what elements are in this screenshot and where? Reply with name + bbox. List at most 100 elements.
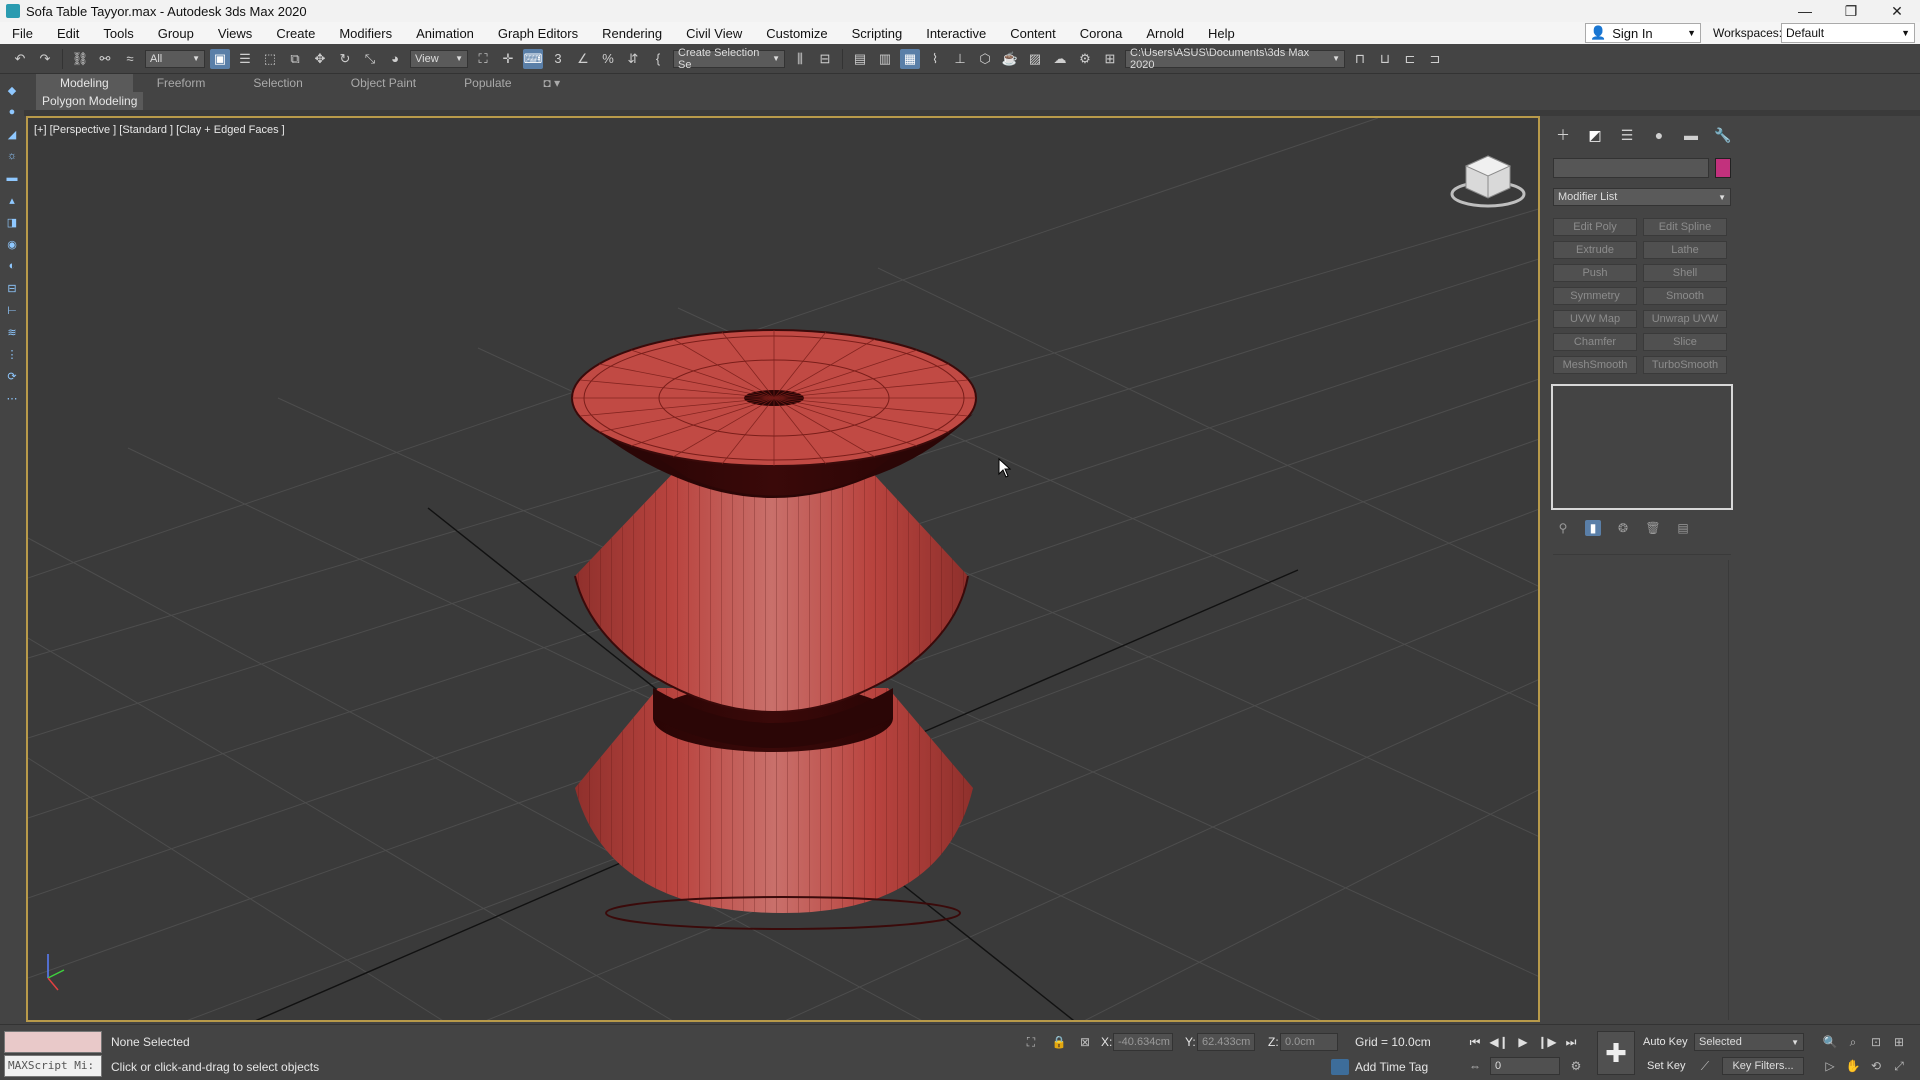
toggle-ribbon-icon[interactable]: ▦: [900, 48, 920, 69]
auto-key-button[interactable]: Auto Key: [1643, 1036, 1688, 1048]
scene-explorer-icon[interactable]: ▤: [850, 49, 870, 69]
modify-tab-icon[interactable]: ◩: [1585, 126, 1605, 144]
maximize-viewport-icon[interactable]: ⤢: [1891, 1058, 1907, 1074]
camera-icon[interactable]: ▬: [5, 172, 19, 188]
smooth-button[interactable]: Smooth: [1643, 287, 1727, 305]
next-frame-icon[interactable]: ❙▶: [1537, 1033, 1556, 1051]
helper-icon[interactable]: ▴: [5, 194, 19, 210]
isolate-selection-icon[interactable]: ⛶: [1023, 1034, 1039, 1050]
modifier-stack[interactable]: [1551, 384, 1733, 510]
play-icon[interactable]: ▶: [1514, 1033, 1532, 1051]
project-open-icon[interactable]: ⊓: [1350, 49, 1370, 69]
scale-icon[interactable]: ⤡: [360, 49, 380, 69]
menu-tools[interactable]: Tools: [91, 26, 145, 41]
align-view-icon[interactable]: ⊟: [5, 282, 19, 298]
object-color-swatch[interactable]: [1715, 158, 1731, 178]
menu-views[interactable]: Views: [206, 26, 264, 41]
ribbon-panel-polygon-modeling[interactable]: Polygon Modeling: [36, 92, 144, 110]
show-end-result-icon[interactable]: ▮: [1585, 520, 1601, 536]
undo-icon[interactable]: ↶: [10, 49, 30, 69]
key-set-dropdown[interactable]: Selected ▼: [1694, 1033, 1804, 1051]
go-to-start-icon[interactable]: ⏮: [1466, 1033, 1484, 1051]
percent-snap-icon[interactable]: %: [598, 49, 618, 69]
slice-button[interactable]: Slice: [1643, 333, 1727, 351]
push-button[interactable]: Push: [1553, 264, 1637, 282]
unwrap-uvw-button[interactable]: Unwrap UVW: [1643, 310, 1727, 328]
layer-explorer-icon[interactable]: ▥: [875, 49, 895, 69]
maxscript-mini-listener[interactable]: MAXScript Mi:: [4, 1055, 102, 1077]
spacewarp-icon[interactable]: ◨: [5, 216, 19, 232]
pivot-icon[interactable]: ⛶: [473, 49, 493, 69]
sphere-icon[interactable]: ●: [5, 106, 19, 122]
orbit-view-icon[interactable]: ⟲: [1868, 1058, 1884, 1074]
curve-editor-icon[interactable]: ⌇: [925, 49, 945, 69]
system-icon[interactable]: ◉: [5, 238, 19, 254]
pin-stack-icon[interactable]: ⚲: [1555, 520, 1571, 536]
lock-selection-icon[interactable]: 🔒: [1051, 1034, 1067, 1050]
measure-icon[interactable]: ⊢: [5, 304, 19, 320]
menu-animation[interactable]: Animation: [404, 26, 486, 41]
select-object-icon[interactable]: ▣: [210, 48, 230, 69]
zoom-icon[interactable]: 🔍: [1822, 1034, 1838, 1050]
create-icon[interactable]: ◆: [5, 84, 19, 100]
menu-file[interactable]: File: [0, 26, 45, 41]
project-folder-dropdown[interactable]: C:\Users\ASUS\Documents\3ds Max 2020 ▼: [1125, 47, 1345, 71]
sofa-table-object[interactable]: [571, 329, 977, 930]
window-crossing-icon[interactable]: ⧉: [285, 49, 305, 69]
make-unique-icon[interactable]: ❂: [1615, 520, 1631, 536]
maxscript-listener-output[interactable]: [4, 1031, 102, 1053]
lathe-button[interactable]: Lathe: [1643, 241, 1727, 259]
x-coord-field[interactable]: -40.634cm: [1113, 1033, 1173, 1051]
absolute-mode-icon[interactable]: ⊠: [1077, 1034, 1093, 1050]
zoom-extents-all-icon[interactable]: ⊞: [1891, 1034, 1907, 1050]
place-icon[interactable]: ◕: [385, 49, 405, 69]
close-button[interactable]: ✕: [1874, 0, 1920, 22]
named-selection-dropdown[interactable]: Create Selection Se ▼: [673, 47, 785, 71]
edit-named-selection-icon[interactable]: {: [648, 49, 668, 69]
tab-object-paint[interactable]: Object Paint: [327, 74, 440, 92]
set-keys-icon[interactable]: ✚: [1597, 1031, 1635, 1075]
rotate-icon[interactable]: ↻: [335, 49, 355, 69]
walk-icon[interactable]: ≋: [5, 326, 19, 342]
set-key-button[interactable]: Set Key: [1647, 1060, 1686, 1072]
tab-selection[interactable]: Selection: [229, 74, 326, 92]
spinner-snap-icon[interactable]: ⇵: [623, 49, 643, 69]
display-tab-icon[interactable]: ▬: [1681, 126, 1701, 144]
render-production-icon[interactable]: ☁: [1050, 49, 1070, 69]
z-coord-field[interactable]: 0.0cm: [1280, 1033, 1338, 1051]
menu-help[interactable]: Help: [1196, 26, 1247, 41]
menu-corona[interactable]: Corona: [1068, 26, 1135, 41]
motion-tab-icon[interactable]: ●: [1649, 126, 1669, 144]
shell-button[interactable]: Shell: [1643, 264, 1727, 282]
selection-filter-dropdown[interactable]: All ▼: [145, 49, 205, 68]
meshsmooth-button[interactable]: MeshSmooth: [1553, 356, 1637, 374]
key-tangents-icon[interactable]: ⟋: [1697, 1058, 1713, 1074]
keyboard-shortcut-override-icon[interactable]: ⌨: [523, 48, 543, 69]
sign-in-dropdown[interactable]: 👤 Sign In ▼: [1585, 23, 1701, 43]
current-frame-field[interactable]: 0: [1490, 1057, 1560, 1075]
menu-graph-editors[interactable]: Graph Editors: [486, 26, 590, 41]
uvw-map-button[interactable]: UVW Map: [1553, 310, 1637, 328]
chamfer-button[interactable]: Chamfer: [1553, 333, 1637, 351]
extrude-button[interactable]: Extrude: [1553, 241, 1637, 259]
hierarchy-tab-icon[interactable]: ☰: [1617, 126, 1637, 144]
zoom-extents-icon[interactable]: ⊡: [1868, 1034, 1884, 1050]
field-of-view-icon[interactable]: ▷: [1822, 1058, 1838, 1074]
time-config-icon[interactable]: ⚙: [1568, 1058, 1584, 1074]
angle-snap-icon[interactable]: ∠: [573, 49, 593, 69]
previous-frame-icon[interactable]: ◀❙: [1489, 1033, 1508, 1051]
ribbon-options-icon[interactable]: ◘ ▾: [536, 74, 569, 92]
configure-modifier-sets-icon[interactable]: ▤: [1675, 520, 1691, 536]
render-cloud-icon[interactable]: ⊞: [1100, 49, 1120, 69]
menu-modifiers[interactable]: Modifiers: [327, 26, 404, 41]
menu-group[interactable]: Group: [146, 26, 206, 41]
rect-region-icon[interactable]: ⬚: [260, 49, 280, 69]
menu-edit[interactable]: Edit: [45, 26, 91, 41]
create-tab-icon[interactable]: ＋: [1553, 126, 1573, 144]
more-tools-icon[interactable]: ⋯: [5, 392, 19, 408]
unlink-icon[interactable]: ⚯: [95, 49, 115, 69]
menu-customize[interactable]: Customize: [754, 26, 839, 41]
go-to-end-icon[interactable]: ⏭: [1562, 1033, 1580, 1051]
edit-poly-button[interactable]: Edit Poly: [1553, 218, 1637, 236]
mirror-icon[interactable]: ⫼: [790, 49, 810, 69]
